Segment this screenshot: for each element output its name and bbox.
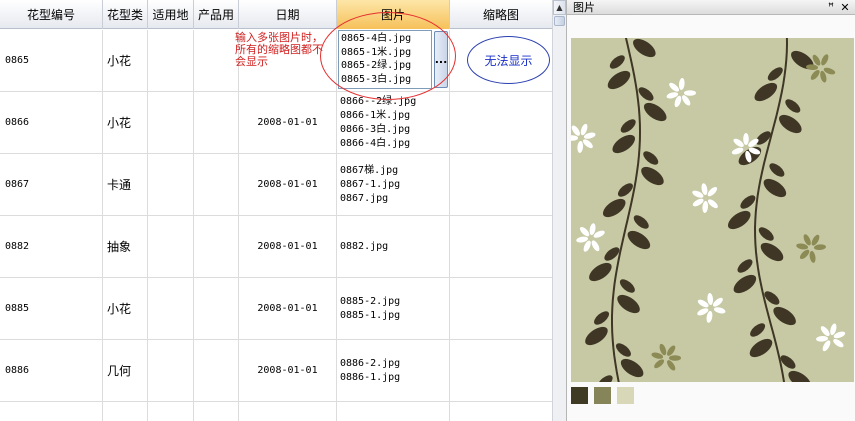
column-header-date[interactable]: 日期 xyxy=(239,0,337,29)
cell-images[interactable]: 0882.jpg xyxy=(337,216,450,277)
cell-applicable-place[interactable] xyxy=(148,30,194,91)
cell-product-use[interactable] xyxy=(194,402,239,421)
image-filename: 0882.jpg xyxy=(340,240,389,252)
cell-product-use[interactable] xyxy=(194,30,239,91)
cell-thumbnail xyxy=(450,278,552,339)
color-swatches xyxy=(571,387,641,404)
cell-date[interactable]: 2008-01-01 xyxy=(239,154,337,215)
cell-date[interactable] xyxy=(239,402,337,421)
cell-pattern-type[interactable]: 卡通 xyxy=(103,154,148,215)
cell-pattern-type[interactable] xyxy=(103,402,148,421)
close-icon[interactable]: ✕ xyxy=(839,1,851,14)
cell-product-use[interactable] xyxy=(194,92,239,153)
cell-applicable-place[interactable] xyxy=(148,402,194,421)
cell-images[interactable]: 0866--2绿.jpg 0866-1米.jpg 0866-3白.jpg 086… xyxy=(337,92,450,153)
table-row[interactable]: 0866 小花 2008-01-01 0866--2绿.jpg 0866-1米.… xyxy=(0,92,552,154)
cell-pattern-code[interactable]: 0885 xyxy=(0,278,103,339)
cell-date[interactable]: 2008-01-01 xyxy=(239,92,337,153)
cell-product-use[interactable] xyxy=(194,340,239,401)
thumbnail-status: 无法显示 xyxy=(467,36,550,84)
cell-pattern-type[interactable]: 几何 xyxy=(103,340,148,401)
image-filename: 0866-4白.jpg xyxy=(340,137,411,149)
cell-applicable-place[interactable] xyxy=(148,154,194,215)
cell-pattern-code[interactable]: 0882 xyxy=(0,216,103,277)
image-filename: 0885-1.jpg xyxy=(340,309,401,321)
column-header-applicable-place[interactable]: 适用地 xyxy=(148,0,194,29)
image-filename: 0866-3白.jpg xyxy=(340,123,411,135)
column-header-product-use[interactable]: 产品用 xyxy=(194,0,239,29)
column-header-pattern-type[interactable]: 花型类 xyxy=(103,0,148,29)
column-header-pattern-code[interactable]: 花型编号 xyxy=(0,0,103,29)
color-swatch[interactable] xyxy=(594,387,611,404)
annotation-note: 输入多张图片时，所有的缩略图都不会显示 xyxy=(235,31,323,68)
cell-thumbnail xyxy=(450,154,552,215)
table-row[interactable]: 0885 小花 2008-01-01 0885-2.jpg 0885-1.jpg xyxy=(0,278,552,340)
color-swatch[interactable] xyxy=(571,387,588,404)
cell-applicable-place[interactable] xyxy=(148,92,194,153)
cell-thumbnail xyxy=(450,216,552,277)
image-filename: 0867梯.jpg xyxy=(340,164,399,176)
cell-images[interactable]: 0867梯.jpg 0867-1.jpg 0867.jpg xyxy=(337,154,450,215)
scrollbar-thumb[interactable] xyxy=(554,16,565,26)
cell-images[interactable]: 0886-2.jpg 0886-1.jpg xyxy=(337,340,450,401)
table-row[interactable]: 0886 几何 2008-01-01 0886-2.jpg 0886-1.jpg xyxy=(0,340,552,402)
image-filename: 0867-1.jpg xyxy=(340,178,401,190)
cell-applicable-place[interactable] xyxy=(148,340,194,401)
cell-product-use[interactable] xyxy=(194,216,239,277)
image-filename: 0867.jpg xyxy=(340,192,389,204)
image-filename: 0885-2.jpg xyxy=(340,295,401,307)
cell-product-use[interactable] xyxy=(194,278,239,339)
grid-header: 花型编号 花型类 适用地 产品用 日期 图片 缩略图 xyxy=(0,0,552,29)
cell-date[interactable]: 2008-01-01 xyxy=(239,216,337,277)
table-row[interactable]: 0882 抽象 2008-01-01 0882.jpg xyxy=(0,216,552,278)
floral-pattern-image xyxy=(571,38,854,382)
cell-pattern-type[interactable]: 抽象 xyxy=(103,216,148,277)
cell-thumbnail xyxy=(450,402,552,421)
image-filename: 0886-1.jpg xyxy=(340,371,401,383)
cell-product-use[interactable] xyxy=(194,154,239,215)
cell-pattern-code[interactable]: 0865 xyxy=(0,30,103,91)
column-header-thumbnail[interactable]: 缩略图 xyxy=(450,0,552,29)
image-filename: 0866-1米.jpg xyxy=(340,109,411,121)
pin-icon[interactable]: ꟸ xyxy=(825,1,837,13)
image-filename: 0886-2.jpg xyxy=(340,357,401,369)
cell-pattern-type[interactable]: 小花 xyxy=(103,278,148,339)
cell-pattern-code[interactable] xyxy=(0,402,103,421)
cell-applicable-place[interactable] xyxy=(148,278,194,339)
cell-date[interactable]: 2008-01-01 xyxy=(239,278,337,339)
cell-applicable-place[interactable] xyxy=(148,216,194,277)
cell-thumbnail xyxy=(450,92,552,153)
cell-date[interactable]: 2008-01-01 xyxy=(239,340,337,401)
cell-pattern-type[interactable]: 小花 xyxy=(103,30,148,91)
panel-title-bar: 图片 xyxy=(567,0,855,15)
image-preview-panel: 图片 ꟸ ✕ xyxy=(566,0,855,421)
scroll-up-arrow-icon[interactable]: ▲ xyxy=(553,0,566,15)
cell-pattern-code[interactable]: 0886 xyxy=(0,340,103,401)
data-grid: 花型编号 花型类 适用地 产品用 日期 图片 缩略图 0865 小花 0866 … xyxy=(0,0,566,421)
vertical-scrollbar[interactable]: ▲ xyxy=(552,0,566,421)
panel-title: 图片 xyxy=(573,1,595,14)
table-row[interactable] xyxy=(0,402,552,421)
table-row[interactable]: 0867 卡通 2008-01-01 0867梯.jpg 0867-1.jpg … xyxy=(0,154,552,216)
preview-image xyxy=(571,38,854,382)
cell-pattern-type[interactable]: 小花 xyxy=(103,92,148,153)
color-swatch[interactable] xyxy=(617,387,634,404)
cell-images[interactable]: 0885-2.jpg 0885-1.jpg xyxy=(337,278,450,339)
cell-pattern-code[interactable]: 0866 xyxy=(0,92,103,153)
cell-thumbnail xyxy=(450,340,552,401)
cell-pattern-code[interactable]: 0867 xyxy=(0,154,103,215)
annotation-highlight-circle xyxy=(320,12,456,100)
cell-images[interactable] xyxy=(337,402,450,421)
